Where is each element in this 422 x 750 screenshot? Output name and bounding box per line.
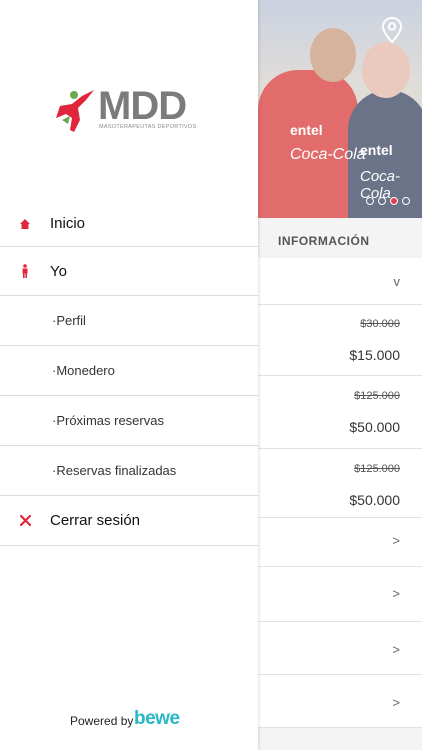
submenu-item-label: ·Reservas finalizadas <box>52 463 177 478</box>
old-price: $125.000 <box>354 463 400 475</box>
submenu-item-label: ·Monedero <box>52 363 115 378</box>
carousel-dot[interactable] <box>402 197 410 205</box>
menu-item-inicio[interactable]: Inicio <box>0 201 258 247</box>
submenu-item-reservas-finalizadas[interactable]: ·Reservas finalizadas <box>0 446 258 496</box>
menu-item-label: Inicio <box>50 215 86 232</box>
carousel-dot[interactable] <box>378 197 386 205</box>
submenu-item-perfil[interactable]: ·Perfil <box>0 296 258 346</box>
carousel-dots[interactable] <box>366 197 410 205</box>
chevron-down-icon: v <box>393 274 401 289</box>
athlete-logo-icon <box>56 90 94 132</box>
submenu-item-proximas-reservas[interactable]: ·Próximas reservas <box>0 396 258 446</box>
submenu-item-monedero[interactable]: ·Monedero <box>0 346 258 396</box>
chevron-right-icon: > <box>392 695 400 710</box>
menu-item-label: Yo <box>50 262 67 280</box>
menu-item-yo[interactable]: Yo <box>0 247 258 296</box>
chevron-right-icon: > <box>392 586 400 601</box>
hero-photo: entel Coca-Cola entel Coca-Cola <box>258 0 422 218</box>
submenu-item-label: ·Próximas reservas <box>52 413 164 428</box>
person-icon <box>18 264 32 278</box>
side-drawer: MDD MASOTERAPEUTAS DEPORTIVOS Inicio Yo … <box>0 0 258 750</box>
carousel-dot[interactable] <box>366 197 374 205</box>
carousel-dot-active[interactable] <box>390 197 398 205</box>
bewe-logo[interactable]: bewe <box>134 708 180 730</box>
home-icon <box>18 217 32 231</box>
new-price: $15.000 <box>349 347 400 363</box>
list-row[interactable]: > <box>258 622 422 675</box>
submenu-item-label: ·Perfil <box>52 313 86 328</box>
price-row[interactable]: $30.000 $15.000 <box>258 305 422 376</box>
logo-text: MDD <box>98 84 187 128</box>
close-icon <box>18 514 32 528</box>
background-app: entel Coca-Cola entel Coca-Cola INFORMAC… <box>258 0 422 750</box>
section-title: INFORMACIÓN <box>278 234 370 248</box>
logout-button[interactable]: Cerrar sesión <box>0 496 258 546</box>
mdd-logo: MDD MASOTERAPEUTAS DEPORTIVOS <box>52 84 202 136</box>
list-row[interactable]: > <box>258 518 422 567</box>
chevron-right-icon: > <box>392 533 400 548</box>
powered-by-text: Powered by <box>70 714 134 728</box>
new-price: $50.000 <box>349 492 400 508</box>
old-price: $30.000 <box>360 318 400 330</box>
chevron-right-icon: > <box>392 642 400 657</box>
price-row[interactable]: $125.000 $50.000 <box>258 449 422 518</box>
list-row[interactable]: > <box>258 675 422 728</box>
old-price: $125.000 <box>354 390 400 402</box>
price-row[interactable]: $125.000 $50.000 <box>258 376 422 449</box>
logo-subtitle: MASOTERAPEUTAS DEPORTIVOS <box>99 124 197 130</box>
list-row[interactable]: > <box>258 567 422 622</box>
bewe-logo-text: bewe <box>134 708 180 729</box>
new-price: $50.000 <box>349 419 400 435</box>
location-pin-icon[interactable] <box>380 16 404 44</box>
logout-label: Cerrar sesión <box>50 512 141 529</box>
info-header: INFORMACIÓN <box>258 218 422 258</box>
info-dropdown[interactable]: v <box>258 258 422 305</box>
